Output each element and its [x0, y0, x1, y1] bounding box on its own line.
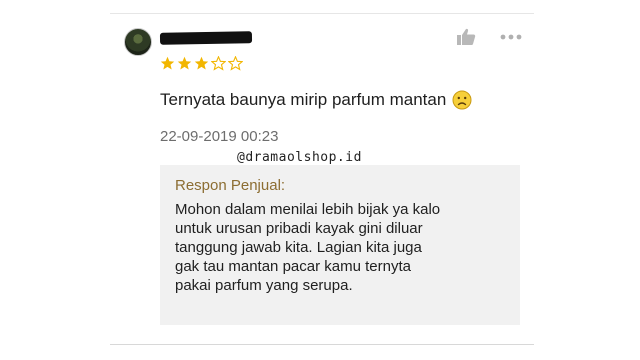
- watermark-text: @dramaolshop.id: [237, 150, 362, 165]
- review-card: Ternyata baunya mirip parfum mantan 22-0…: [0, 0, 640, 360]
- more-options-icon[interactable]: [500, 34, 522, 40]
- seller-response-line: untuk urusan pribadi kayak gini diluar: [175, 220, 423, 237]
- star-empty-icon: [228, 56, 243, 71]
- review-date: 22-09-2019 00:23: [160, 128, 279, 145]
- star-filled-icon: [160, 56, 175, 70]
- star-filled-icon: [177, 56, 192, 70]
- star-rating: [160, 56, 243, 71]
- top-divider: [110, 13, 534, 14]
- seller-response-text: Mohon dalam menilai lebih bijak ya kalo …: [175, 200, 506, 295]
- sad-face-icon: [452, 90, 472, 110]
- avatar[interactable]: [124, 28, 152, 56]
- seller-response-box: Respon Penjual: Mohon dalam menilai lebi…: [160, 165, 520, 325]
- review-text: Ternyata baunya mirip parfum mantan: [160, 90, 447, 109]
- review-comment: Ternyata baunya mirip parfum mantan: [160, 90, 472, 110]
- thumbs-up-icon[interactable]: [456, 28, 476, 46]
- seller-response-line: gak tau mantan pacar kamu ternyta: [175, 258, 411, 275]
- seller-response-line: tanggung jawab kita. Lagian kita juga: [175, 239, 422, 256]
- bottom-divider: [110, 344, 534, 345]
- seller-response-line: Mohon dalam menilai lebih bijak ya kalo: [175, 201, 441, 218]
- star-empty-icon: [211, 56, 226, 71]
- seller-response-title: Respon Penjual:: [175, 177, 286, 194]
- star-filled-icon: [194, 56, 209, 70]
- seller-response-line: pakai parfum yang serupa.: [175, 277, 353, 294]
- username-redacted: [159, 31, 253, 45]
